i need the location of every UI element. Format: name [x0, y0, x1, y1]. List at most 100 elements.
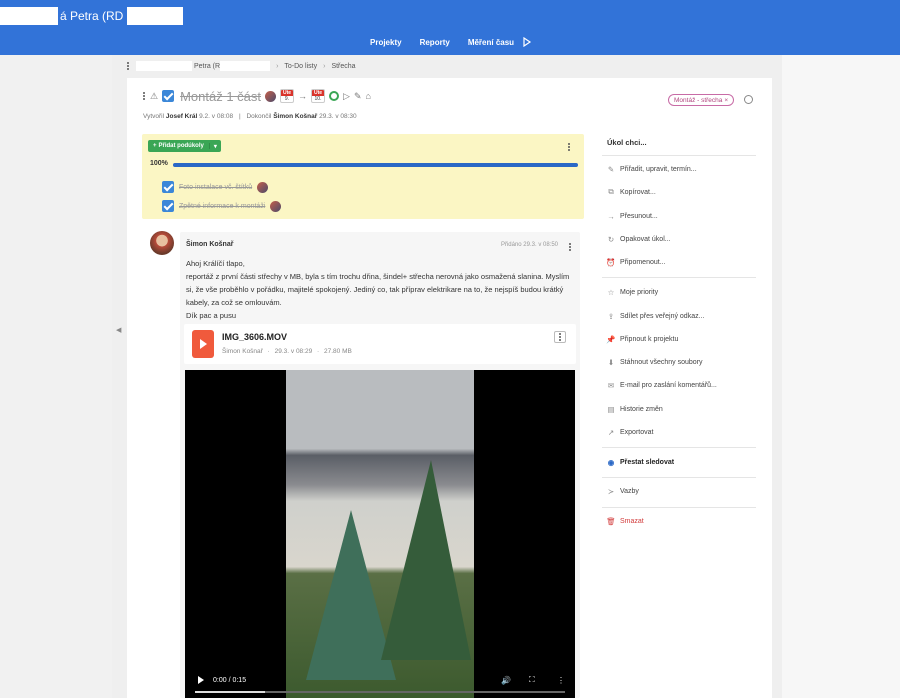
subtask-item[interactable]: Zpětné informace k montáži [162, 200, 282, 212]
menu-divider [602, 507, 756, 508]
menu-export[interactable]: ↗ Exportovat [607, 428, 654, 437]
eye-icon: ◉ [607, 457, 615, 467]
attachment-name[interactable]: IMG_3606.MOV [222, 332, 287, 342]
menu-history[interactable]: ▤ Historie změn [607, 405, 663, 414]
subtask-item[interactable]: Foto instalace vč. štítků [162, 181, 269, 193]
video-scrubber[interactable] [195, 691, 565, 693]
menu-remind[interactable]: ⏰ Připomenout... [606, 257, 665, 267]
menu-label: Přiřadit, upravit, termín... [620, 165, 697, 173]
menu-share-link[interactable]: ⇪ Sdílet přes veřejný odkaz... [607, 312, 705, 321]
left-gutter [0, 55, 112, 698]
comment-author-avatar[interactable] [150, 231, 174, 255]
task-complete-checkbox[interactable] [162, 90, 175, 102]
copy-icon: ⧉ [608, 187, 614, 196]
nav-reporty[interactable]: Reporty [420, 38, 450, 47]
right-gutter [782, 55, 900, 698]
more-vertical-icon[interactable] [568, 142, 571, 152]
comment-body: Ahoj Králíčí tlapo, reportáž z první čás… [186, 257, 571, 322]
attachment-size: 27.80 MB [324, 348, 352, 355]
menu-links[interactable]: ≻ Vazby [607, 486, 639, 496]
alarm-icon: ⏰ [606, 257, 616, 267]
status-circle-icon[interactable] [329, 91, 340, 101]
menu-repeat[interactable]: ↻ Opakovat úkol... [607, 234, 671, 244]
comment-line: Dík pac a pusu [186, 311, 237, 320]
menu-unfollow[interactable]: ◉ Přestat sledovat [607, 457, 674, 467]
attachment[interactable]: IMG_3606.MOV Šimon Košnař · 29.3. v 08:2… [184, 324, 576, 364]
completed-at: 29.3. v 08:30 [319, 113, 357, 120]
tag-close-icon[interactable]: × [724, 97, 728, 104]
comment-timestamp: Přidáno 29.3. v 08:50 [500, 242, 558, 248]
chevron-down-icon[interactable]: ▾ [210, 143, 221, 150]
collapse-sidebar-icon[interactable]: ◀ [116, 326, 121, 334]
redacted-block [136, 61, 192, 71]
start-day: 9. [284, 96, 290, 102]
redacted-block [0, 7, 58, 25]
end-day: 10. [314, 96, 322, 102]
completed-label: Dokončil [246, 113, 272, 120]
nav-mereni-casu[interactable]: Měření času [468, 38, 514, 47]
subtask-label[interactable]: Foto instalace vč. štítků [179, 184, 252, 191]
breadcrumb-list[interactable]: To-Do listy [284, 63, 317, 70]
add-subtask-main[interactable]: + Přidat podúkoly [148, 143, 210, 149]
nav-projekty[interactable]: Projekty [370, 38, 402, 47]
volume-icon[interactable]: 🔊 [501, 676, 511, 685]
created-label: Vytvořil [143, 113, 165, 120]
video-play-icon[interactable] [198, 676, 204, 684]
more-vertical-icon[interactable] [143, 91, 146, 101]
menu-label: E-mail pro zaslání komentářů... [620, 381, 717, 389]
plus-icon: + [153, 143, 157, 149]
menu-label: Smazat [620, 517, 644, 525]
assignee-avatar[interactable] [270, 200, 282, 212]
assignee-avatar[interactable] [265, 90, 277, 102]
menu-move[interactable]: → Přesunout... [607, 211, 658, 221]
task-meta: Vytvořil Josef Král 9.2. v 08:08 | Dokon… [143, 113, 357, 120]
menu-copy[interactable]: ⧉ Kopírovat... [607, 187, 656, 196]
breadcrumb-current[interactable]: Střecha [331, 63, 355, 70]
video-player[interactable]: 0:00 / 0:15 🔊 ⛶ ⋮ [185, 370, 575, 698]
edit-pencil-icon[interactable]: ✎ [354, 91, 362, 102]
menu-label: Připnout k projektu [620, 335, 679, 343]
subtask-checkbox[interactable] [162, 181, 174, 193]
arrow-right-icon: → [607, 211, 615, 221]
clock-icon[interactable] [744, 95, 753, 104]
task-action-menu: Úkol chci... ✎ Přiřadit, upravit, termín.… [602, 134, 756, 526]
play-icon[interactable] [522, 37, 532, 47]
fullscreen-icon[interactable]: ⛶ [529, 675, 535, 685]
due-date-calendar-icon[interactable]: Úte 10. [311, 89, 326, 103]
attachment-date: 29.3. v 08:29 [274, 348, 313, 355]
subtask-checkbox[interactable] [162, 200, 174, 212]
breadcrumb-project[interactable]: Petra (R [194, 63, 220, 70]
breadcrumb-separator: › [323, 62, 326, 70]
app-title: á Petra (RD [0, 7, 184, 25]
video-more-icon[interactable]: ⋮ [557, 676, 565, 685]
main-nav: Projekty Reporty Měření času [370, 37, 532, 47]
play-timer-icon[interactable]: ▷ [343, 91, 350, 102]
menu-label: Stáhnout všechny soubory [620, 358, 703, 366]
more-vertical-icon[interactable] [569, 242, 572, 252]
menu-delete[interactable]: 🗑 Smazat [606, 517, 644, 526]
more-vertical-icon[interactable] [127, 61, 130, 71]
menu-label: Historie změn [620, 405, 663, 413]
menu-assign[interactable]: ✎ Přiřadit, upravit, termín... [607, 165, 697, 174]
video-scrubber-fill [195, 691, 266, 693]
warning-icon[interactable]: ⚠ [150, 91, 158, 102]
menu-email[interactable]: ✉ E-mail pro zaslání komentářů... [607, 381, 717, 390]
start-date-calendar-icon[interactable]: Úte 9. [280, 89, 295, 103]
menu-priorities[interactable]: ☆ Moje priority [607, 287, 659, 297]
assignee-avatar[interactable] [257, 181, 269, 193]
add-subtask-button[interactable]: + Přidat podúkoly ▾ [148, 140, 221, 152]
link-icon: ≻ [607, 486, 615, 496]
menu-label: Kopírovat... [620, 188, 656, 196]
menu-label: Přesunout... [620, 212, 658, 220]
repeat-icon: ↻ [607, 234, 615, 244]
tag-icon[interactable]: ⌂ [365, 91, 370, 101]
attachment-menu-button[interactable] [554, 331, 566, 343]
task-tag[interactable]: Montáž - střecha × [668, 94, 735, 106]
subtask-label[interactable]: Zpětné informace k montáži [179, 203, 265, 210]
task-title[interactable]: Montáž 1 část [180, 89, 261, 104]
menu-pin[interactable]: 📌 Připnout k projektu [606, 335, 679, 344]
comment-author[interactable]: Šimon Košnař [186, 241, 233, 248]
menu-download-all[interactable]: ⬇ Stáhnout všechny soubory [607, 358, 703, 367]
subtask-checklist: + Přidat podúkoly ▾ 100% Foto instalace … [142, 134, 584, 219]
star-icon: ☆ [607, 287, 615, 297]
